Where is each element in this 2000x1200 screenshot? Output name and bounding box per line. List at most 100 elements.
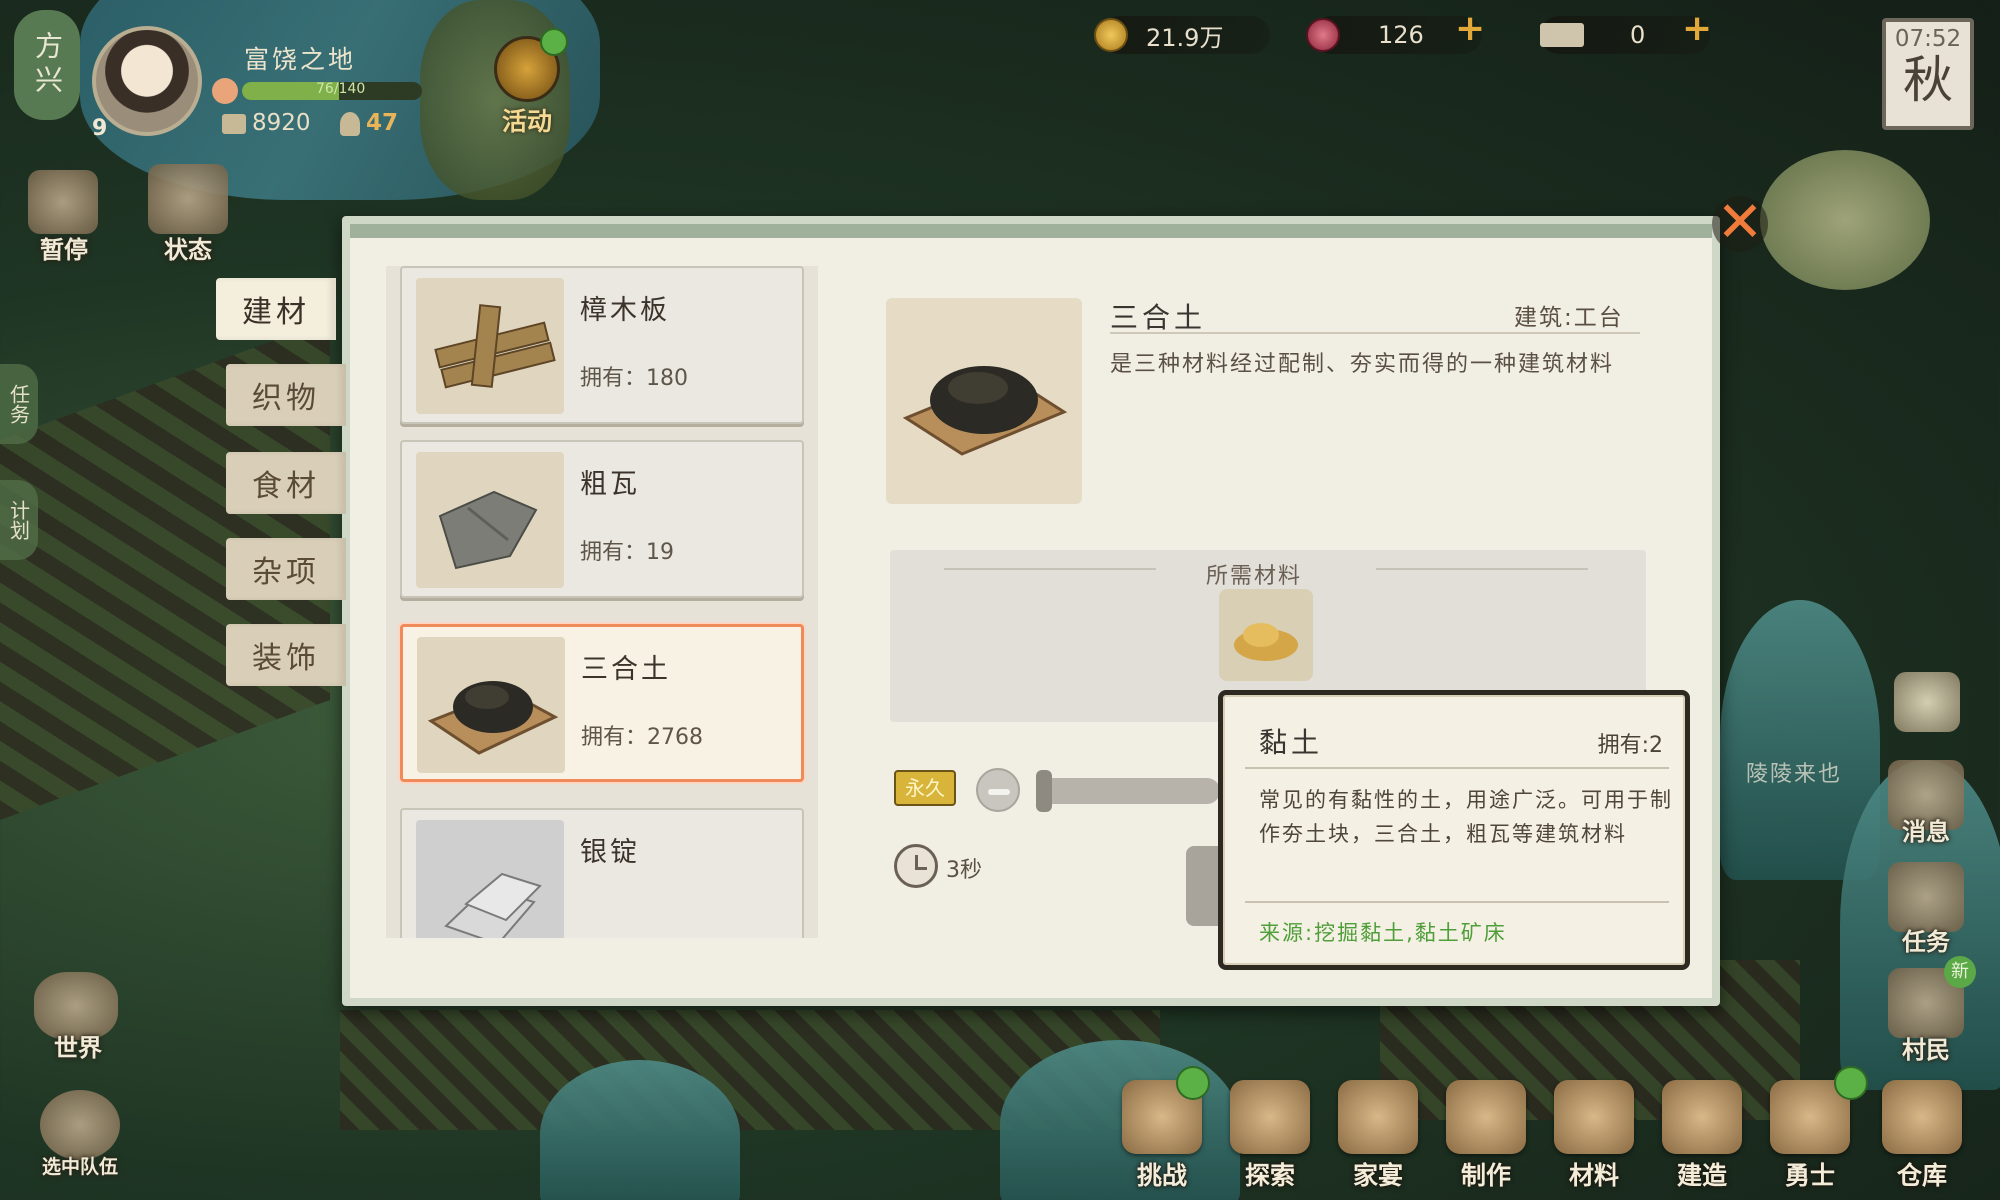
region-char: 方兴 bbox=[31, 31, 64, 99]
tab-ingredients[interactable]: 食材 bbox=[226, 452, 346, 514]
population-icon bbox=[340, 112, 360, 136]
slider-handle[interactable] bbox=[1036, 770, 1052, 812]
bottom-warehouse[interactable]: 仓库 bbox=[1874, 1080, 1970, 1190]
bottom-label: 探索 bbox=[1244, 1161, 1295, 1190]
coin-counter: 21.9万 bbox=[1094, 16, 1270, 54]
list-item[interactable]: 银锭 bbox=[400, 808, 804, 938]
dialog-top-band bbox=[350, 224, 1712, 238]
required-materials-title: 所需材料 bbox=[1206, 564, 1303, 589]
minus-icon bbox=[988, 789, 1010, 795]
gem-value: 126 bbox=[1378, 21, 1424, 49]
selected-team-button[interactable]: 选中队伍 bbox=[20, 1152, 140, 1179]
villagers-button[interactable]: 村民 bbox=[1884, 1030, 1968, 1065]
new-badge: 新 bbox=[1944, 956, 1976, 988]
item-owned: 拥有：180 bbox=[580, 366, 688, 391]
sanhe-soil-icon bbox=[417, 637, 565, 773]
avatar[interactable] bbox=[92, 26, 202, 136]
list-item[interactable]: 粗瓦 拥有：19 bbox=[400, 440, 804, 598]
peach-icon bbox=[212, 78, 238, 104]
tooltip-title: 黏土 bbox=[1259, 726, 1324, 759]
gem-icon bbox=[1306, 18, 1340, 52]
news-button[interactable]: 消息 bbox=[1884, 812, 1968, 847]
population-value: 47 bbox=[366, 110, 399, 136]
tooltip-description: 常见的有黏性的土，用途广泛。可用于制作夯土块，三合土，粗瓦等建筑材料 bbox=[1259, 788, 1673, 846]
list-item[interactable]: 樟木板 拥有：180 bbox=[400, 266, 804, 424]
detail-description: 是三种材料经过配制、夯实而得的一种建筑材料 bbox=[1110, 352, 1615, 377]
decrease-button[interactable] bbox=[976, 768, 1020, 812]
warehouse-icon bbox=[1882, 1080, 1962, 1154]
activity-label: 活动 bbox=[501, 107, 552, 136]
permanent-badge: 永久 bbox=[894, 770, 956, 806]
add-tickets-button[interactable]: + bbox=[1682, 8, 1712, 49]
season-clock[interactable]: 07:52 秋 bbox=[1882, 18, 1974, 130]
list-item-selected[interactable]: 三合土 拥有：2768 bbox=[400, 624, 804, 782]
coin-value: 21.9万 bbox=[1146, 23, 1224, 52]
world-button[interactable]: 世界 bbox=[36, 1028, 120, 1063]
add-gems-button[interactable]: + bbox=[1455, 8, 1485, 49]
warriors-notify-dot bbox=[1834, 1066, 1868, 1100]
side-task-tab[interactable]: 任务 bbox=[0, 364, 38, 444]
tab-misc[interactable]: 杂项 bbox=[226, 538, 346, 600]
flower-icon bbox=[1894, 672, 1960, 732]
level-badge: 9 bbox=[92, 116, 108, 141]
season-label: 秋 bbox=[1903, 51, 1953, 109]
side-plan-tab[interactable]: 计划 bbox=[0, 480, 38, 560]
build-icon bbox=[1662, 1080, 1742, 1154]
exp-bar: 76/140 bbox=[242, 82, 422, 100]
item-name: 三合土 bbox=[581, 654, 671, 685]
bottom-label: 建造 bbox=[1676, 1161, 1727, 1190]
item-owned: 拥有：19 bbox=[580, 540, 674, 565]
bottom-materials[interactable]: 材料 bbox=[1546, 1080, 1642, 1190]
quantity-slider[interactable] bbox=[1036, 770, 1220, 812]
clock-time: 07:52 bbox=[1894, 26, 1962, 52]
tasks-button[interactable]: 任务 bbox=[1884, 922, 1968, 957]
status-icon bbox=[148, 164, 228, 234]
item-name: 粗瓦 bbox=[580, 469, 640, 500]
tooltip-source: 来源:挖掘黏土,黏土矿床 bbox=[1259, 921, 1507, 945]
divider bbox=[944, 568, 1156, 570]
detail-title: 三合土 bbox=[1110, 301, 1207, 334]
close-icon: ✕ bbox=[1716, 190, 1764, 255]
bottom-banquet[interactable]: 家宴 bbox=[1330, 1080, 1426, 1190]
area-name: 富饶之地 bbox=[244, 45, 357, 74]
tab-building-materials[interactable]: 建材 bbox=[216, 278, 336, 340]
ticket-icon bbox=[1540, 23, 1584, 47]
storage-value: 8920 bbox=[252, 110, 311, 136]
bottom-label: 材料 bbox=[1568, 1161, 1619, 1190]
event-text[interactable]: 陵陵来也 bbox=[1746, 756, 1842, 788]
silver-ingot-icon bbox=[416, 820, 564, 938]
status-button[interactable]: 状态 bbox=[148, 230, 228, 265]
bottom-explore[interactable]: 探索 bbox=[1222, 1080, 1318, 1190]
materials-icon bbox=[1554, 1080, 1634, 1154]
tab-decorations[interactable]: 装饰 bbox=[226, 624, 346, 686]
pause-button[interactable]: 暂停 bbox=[24, 230, 104, 265]
bottom-build[interactable]: 建造 bbox=[1654, 1080, 1750, 1190]
bottom-label: 仓库 bbox=[1896, 1161, 1947, 1190]
side-plan-label: 计划 bbox=[6, 500, 31, 540]
clay-tooltip: 黏土 拥有:2 常见的有黏性的土，用途广泛。可用于制作夯土块，三合土，粗瓦等建筑… bbox=[1218, 690, 1690, 970]
item-owned: 拥有：2768 bbox=[581, 725, 703, 750]
wood-plank-icon bbox=[416, 278, 564, 414]
craft-icon bbox=[1446, 1080, 1526, 1154]
player-panel[interactable]: 方兴 9 富饶之地 76/140 8920 47 bbox=[14, 10, 434, 141]
bottom-label: 挑战 bbox=[1136, 1161, 1187, 1190]
explore-icon bbox=[1230, 1080, 1310, 1154]
exp-text: 76/140 bbox=[316, 82, 366, 97]
challenge-notify-dot bbox=[1176, 1066, 1210, 1100]
detail-building: 建筑:工台 bbox=[1514, 305, 1624, 331]
divider bbox=[1245, 901, 1669, 903]
bottom-label: 勇士 bbox=[1784, 1161, 1835, 1190]
bottom-craft[interactable]: 制作 bbox=[1438, 1080, 1534, 1190]
banquet-icon bbox=[1338, 1080, 1418, 1154]
divider bbox=[1245, 767, 1669, 769]
side-task-label: 任务 bbox=[6, 384, 31, 424]
coin-icon bbox=[1094, 18, 1128, 52]
ticket-value: 0 bbox=[1630, 21, 1646, 49]
clay-material-slot[interactable] bbox=[1219, 589, 1313, 681]
close-button[interactable]: ✕ bbox=[1712, 195, 1768, 252]
activity-button[interactable]: 活动 bbox=[472, 36, 582, 140]
item-list[interactable]: 樟木板 拥有：180 粗瓦 拥有：19 三合土 拥有：2768 银锭 bbox=[386, 266, 818, 938]
roof-tile-icon bbox=[416, 452, 564, 588]
tab-fabrics[interactable]: 织物 bbox=[226, 364, 346, 426]
pause-icon bbox=[28, 170, 98, 234]
